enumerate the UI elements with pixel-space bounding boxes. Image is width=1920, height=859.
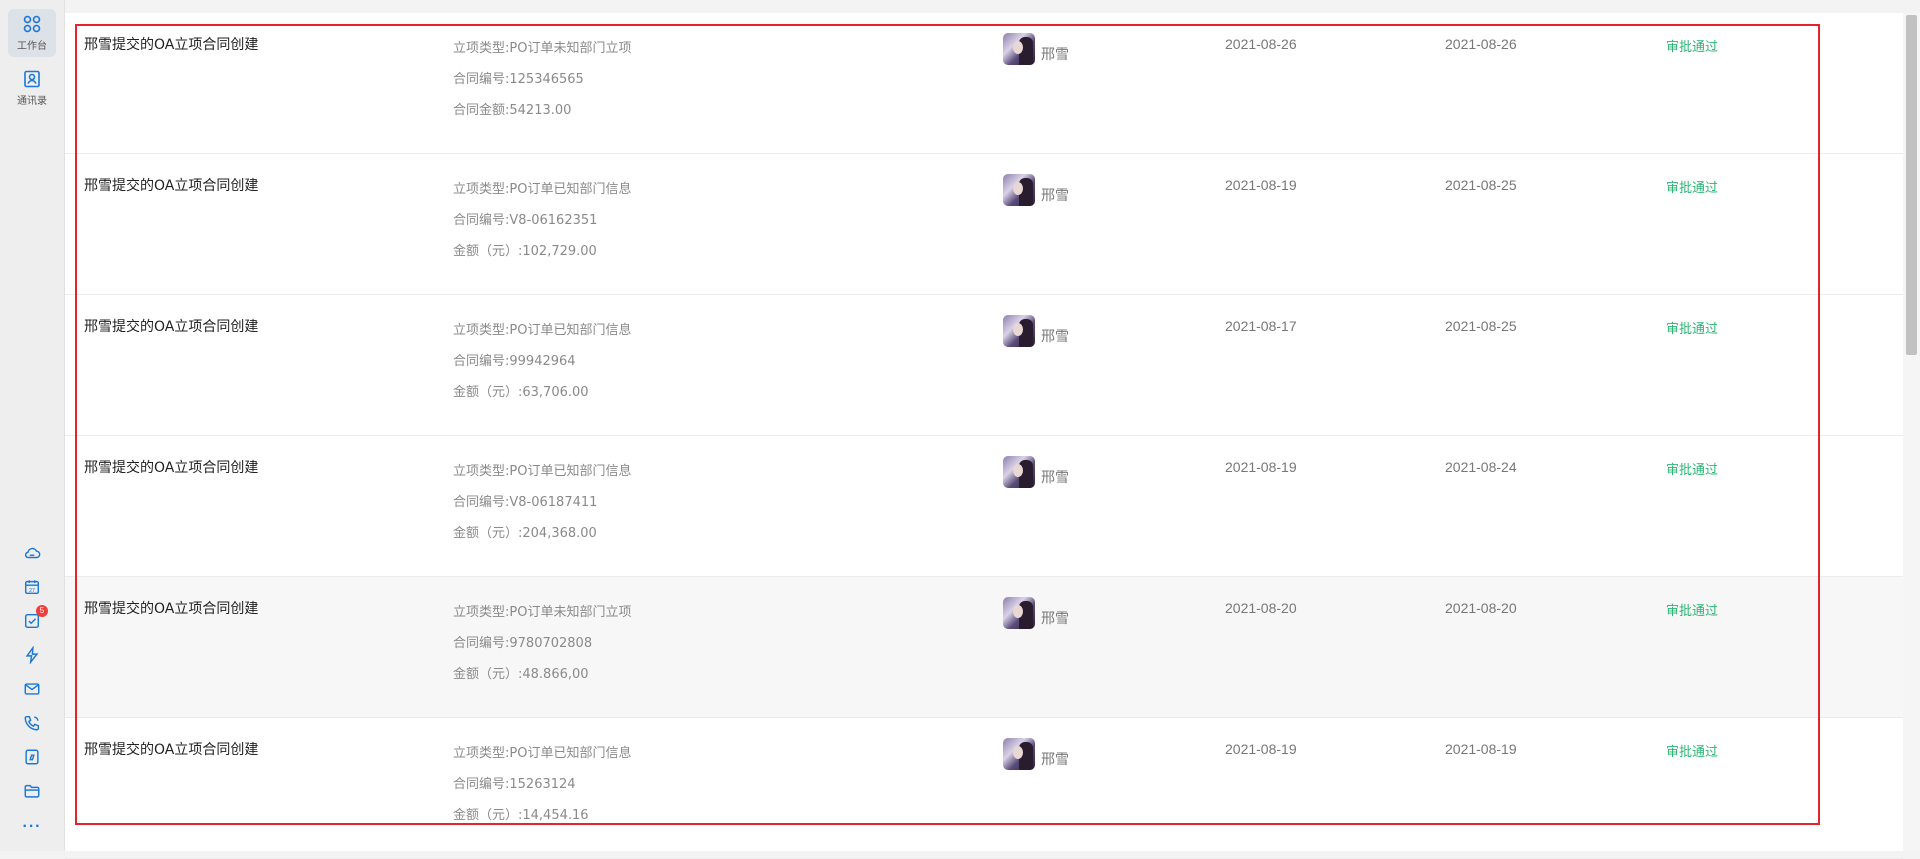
request-details: 立项类型:PO订单已知部门信息 合同编号:V8-06187411 金额（元）:2… — [453, 456, 631, 549]
complete-date: 2021-08-25 — [1445, 318, 1517, 334]
mail-icon[interactable] — [20, 677, 44, 701]
contract-number: 合同编号:15263124 — [453, 777, 576, 792]
list-item[interactable]: 邢雪提交的OA立项合同创建 立项类型:PO订单未知部门立项 合同编号:12534… — [65, 13, 1903, 154]
submitter-name: 邢雪 — [1041, 329, 1069, 345]
complete-date: 2021-08-19 — [1445, 741, 1517, 757]
list-item[interactable]: 邢雪提交的OA立项合同创建 立项类型:PO订单已知部门信息 合同编号:V8-06… — [65, 154, 1903, 295]
request-title[interactable]: 邢雪提交的OA立项合同创建 — [84, 457, 258, 477]
contract-amount: 合同金额:54213.00 — [453, 103, 572, 118]
sidebar-item-contacts[interactable]: 通讯录 — [8, 64, 56, 112]
phone-icon[interactable] — [20, 711, 44, 735]
submitter-name: 邢雪 — [1041, 188, 1069, 204]
submitter-name: 邢雪 — [1041, 47, 1069, 63]
status-badge: 审批通过 — [1666, 322, 1719, 337]
project-type: 立项类型:PO订单未知部门立项 — [453, 605, 632, 620]
submitter-name: 邢雪 — [1041, 611, 1069, 627]
sidebar-item-label: 工作台 — [17, 41, 47, 52]
doc-icon[interactable] — [20, 745, 44, 769]
request-details: 立项类型:PO订单已知部门信息 合同编号:V8-06162351 金额（元）:1… — [453, 174, 631, 267]
request-title[interactable]: 邢雪提交的OA立项合同创建 — [84, 34, 258, 54]
contract-number: 合同编号:V8-06162351 — [453, 213, 598, 228]
cloud-icon[interactable] — [20, 541, 44, 565]
request-details: 立项类型:PO订单未知部门立项 合同编号:9780702808 金额（元）:48… — [453, 597, 631, 690]
avatar — [1003, 597, 1035, 629]
avatar — [1003, 33, 1035, 65]
status-badge: 审批通过 — [1666, 745, 1719, 760]
complete-date: 2021-08-26 — [1445, 36, 1517, 52]
request-details: 立项类型:PO订单已知部门信息 合同编号:99942964 金额（元）:63,7… — [453, 315, 631, 408]
sidebar: 工作台 通讯录 27 5 ··· — [0, 0, 65, 851]
contract-amount: 金额（元）:63,706.00 — [453, 385, 589, 400]
submit-date: 2021-08-19 — [1225, 459, 1297, 475]
request-details: 立项类型:PO订单未知部门立项 合同编号:125346565 合同金额:5421… — [453, 33, 631, 126]
request-title[interactable]: 邢雪提交的OA立项合同创建 — [84, 739, 258, 759]
apps-grid-icon — [23, 15, 41, 33]
project-type: 立项类型:PO订单已知部门信息 — [453, 746, 632, 761]
todo-badge: 5 — [36, 605, 48, 617]
complete-date: 2021-08-20 — [1445, 600, 1517, 616]
contract-amount: 金额（元）:102,729.00 — [453, 244, 597, 259]
project-type: 立项类型:PO订单已知部门信息 — [453, 323, 632, 338]
calendar-day-text: 27 — [29, 588, 35, 594]
contacts-icon — [24, 70, 40, 88]
folder-icon[interactable] — [20, 779, 44, 803]
contract-number: 合同编号:9780702808 — [453, 636, 593, 651]
submit-date: 2021-08-19 — [1225, 741, 1297, 757]
status-badge: 审批通过 — [1666, 181, 1719, 196]
approval-list: 邢雪提交的OA立项合同创建 立项类型:PO订单未知部门立项 合同编号:12534… — [65, 13, 1903, 859]
sidebar-item-workbench[interactable]: 工作台 — [8, 9, 56, 57]
avatar — [1003, 456, 1035, 488]
submitter-name: 邢雪 — [1041, 752, 1069, 768]
scrollbar-thumb[interactable] — [1906, 15, 1917, 355]
lightning-icon[interactable] — [20, 643, 44, 667]
contract-number: 合同编号:V8-06187411 — [453, 495, 598, 510]
request-title[interactable]: 邢雪提交的OA立项合同创建 — [84, 175, 258, 195]
complete-date: 2021-08-24 — [1445, 459, 1517, 475]
contract-amount: 金额（元）:204,368.00 — [453, 526, 597, 541]
list-item[interactable]: 邢雪提交的OA立项合同创建 立项类型:PO订单已知部门信息 合同编号:15263… — [65, 718, 1903, 859]
project-type: 立项类型:PO订单未知部门立项 — [453, 41, 632, 56]
contract-amount: 金额（元）:14,454.16 — [453, 808, 589, 823]
project-type: 立项类型:PO订单已知部门信息 — [453, 464, 632, 479]
sidebar-item-label: 通讯录 — [17, 96, 47, 107]
more-icon[interactable]: ··· — [18, 818, 46, 836]
submit-date: 2021-08-20 — [1225, 600, 1297, 616]
contract-amount: 金额（元）:48.866,00 — [453, 667, 589, 682]
list-item[interactable]: 邢雪提交的OA立项合同创建 立项类型:PO订单已知部门信息 合同编号:99942… — [65, 295, 1903, 436]
todo-icon[interactable]: 5 — [20, 605, 48, 633]
request-details: 立项类型:PO订单已知部门信息 合同编号:15263124 金额（元）:14,4… — [453, 738, 631, 831]
avatar — [1003, 315, 1035, 347]
avatar — [1003, 174, 1035, 206]
list-item[interactable]: 邢雪提交的OA立项合同创建 立项类型:PO订单未知部门立项 合同编号:97807… — [65, 577, 1903, 718]
list-item[interactable]: 邢雪提交的OA立项合同创建 立项类型:PO订单已知部门信息 合同编号:V8-06… — [65, 436, 1903, 577]
calendar-icon[interactable]: 27 — [20, 575, 44, 599]
request-title[interactable]: 邢雪提交的OA立项合同创建 — [84, 598, 258, 618]
avatar — [1003, 738, 1035, 770]
submit-date: 2021-08-17 — [1225, 318, 1297, 334]
request-title[interactable]: 邢雪提交的OA立项合同创建 — [84, 316, 258, 336]
status-badge: 审批通过 — [1666, 463, 1719, 478]
submit-date: 2021-08-26 — [1225, 36, 1297, 52]
project-type: 立项类型:PO订单已知部门信息 — [453, 182, 632, 197]
status-badge: 审批通过 — [1666, 40, 1719, 55]
submitter-name: 邢雪 — [1041, 470, 1069, 486]
complete-date: 2021-08-25 — [1445, 177, 1517, 193]
submit-date: 2021-08-19 — [1225, 177, 1297, 193]
status-badge: 审批通过 — [1666, 604, 1719, 619]
contract-number: 合同编号:99942964 — [453, 354, 576, 369]
contract-number: 合同编号:125346565 — [453, 72, 584, 87]
